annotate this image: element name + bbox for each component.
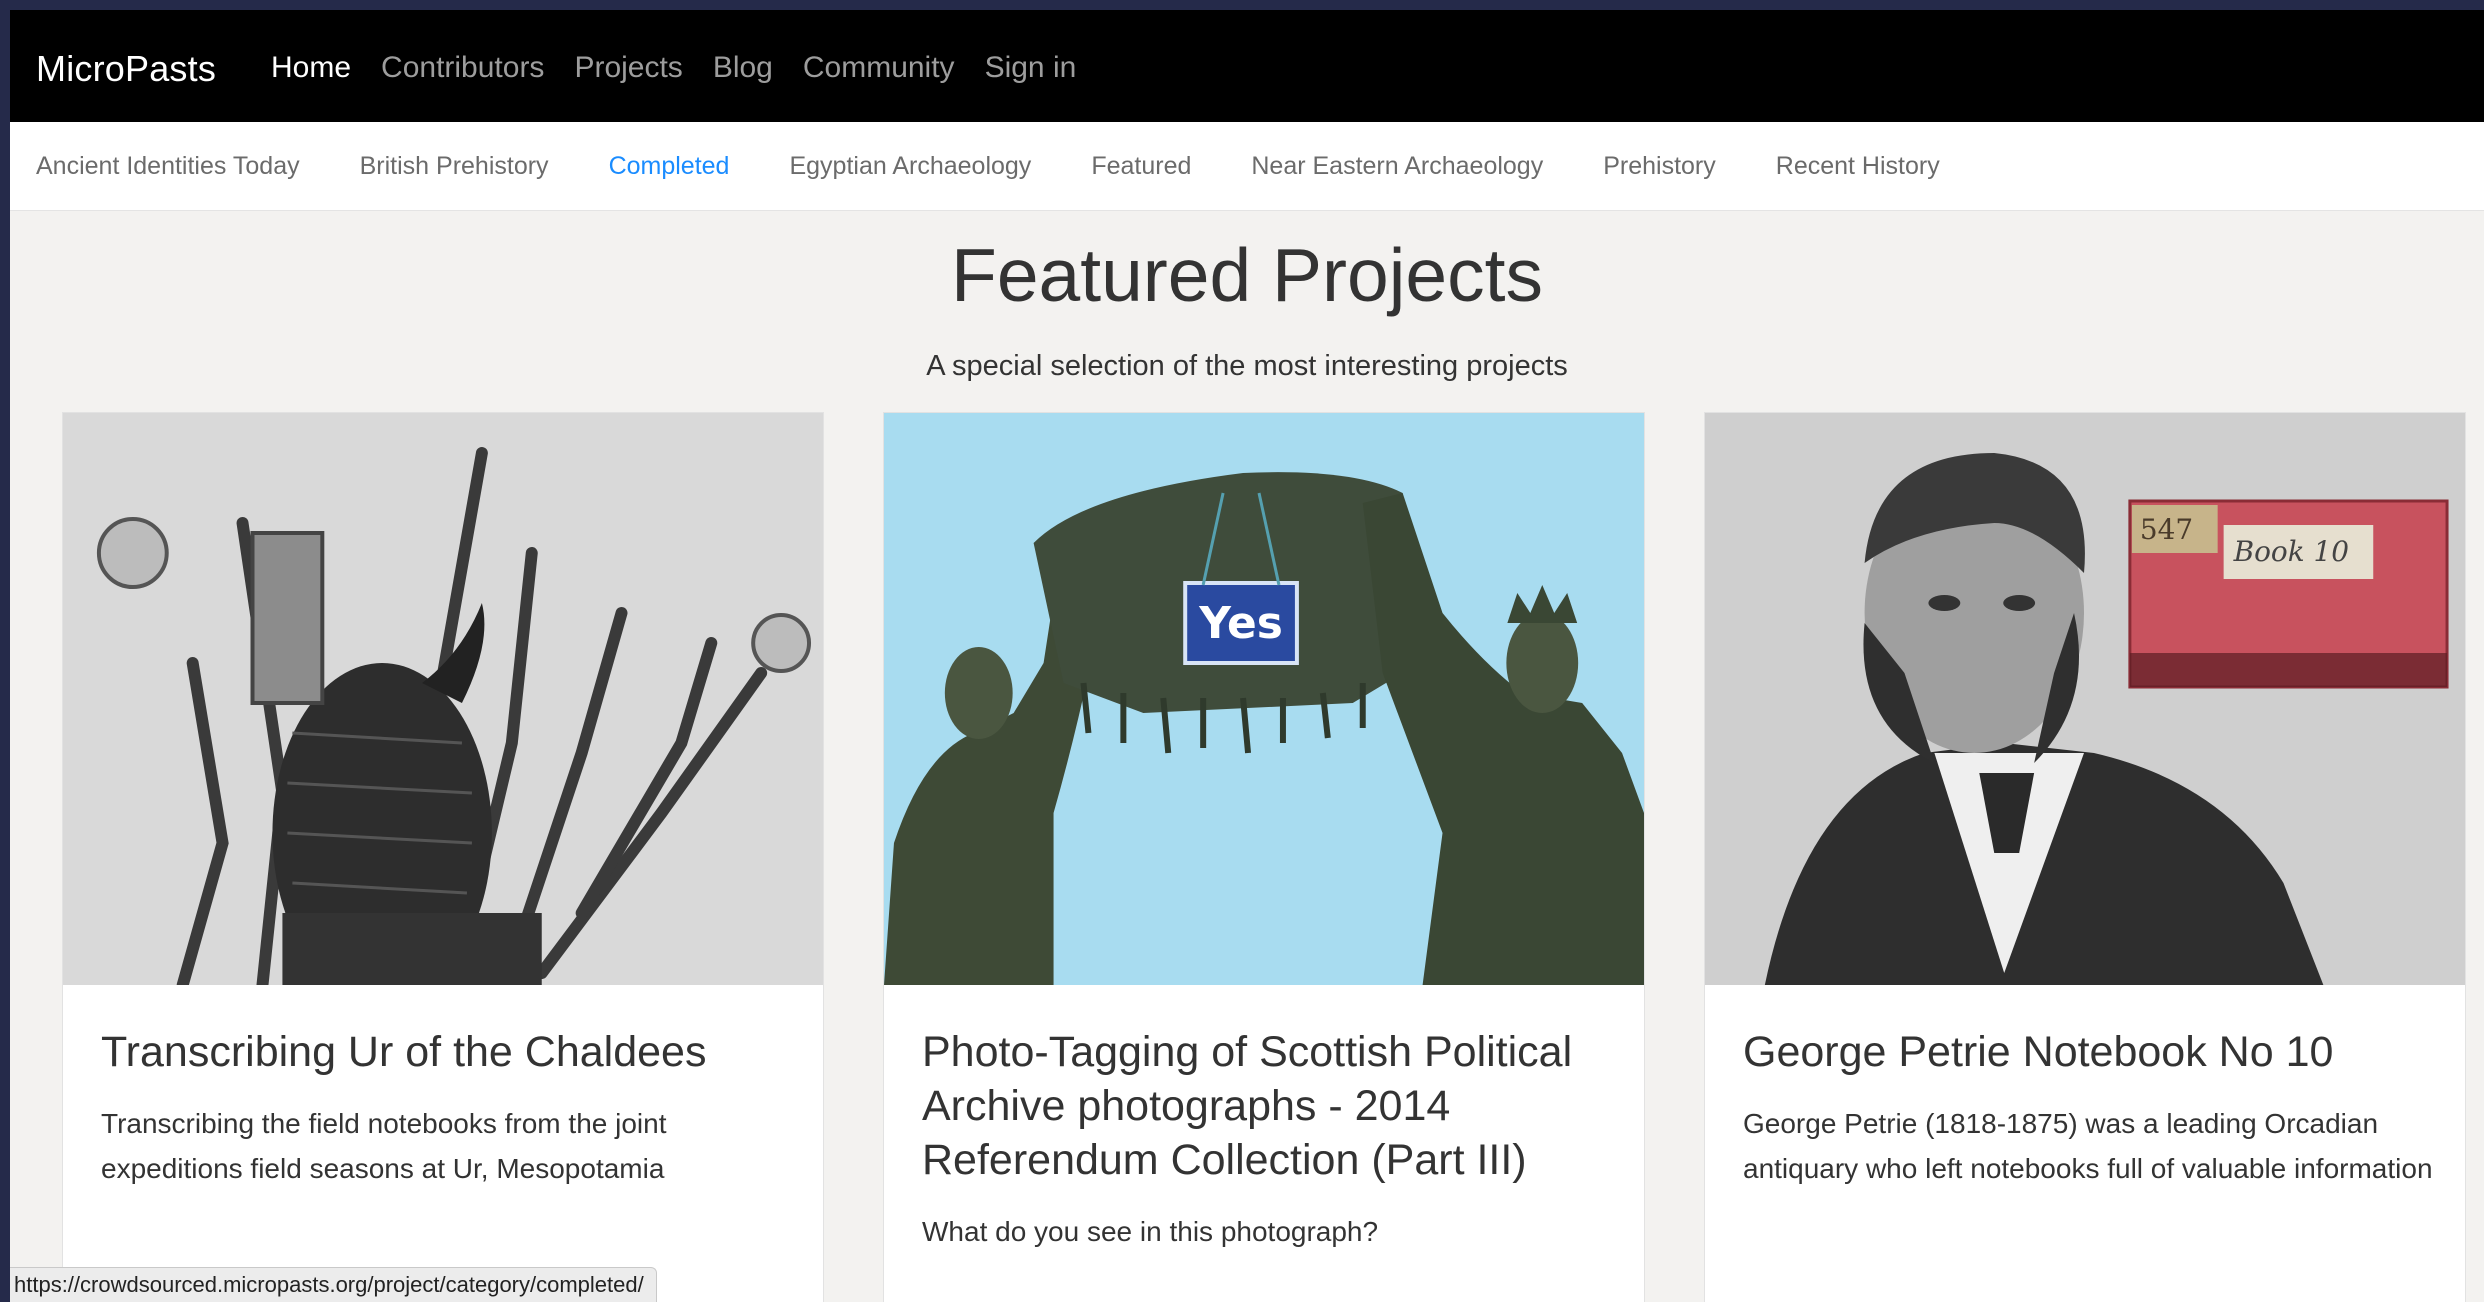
nav-community[interactable]: Community — [803, 51, 955, 85]
nav-projects[interactable]: Projects — [574, 51, 682, 85]
category-ancient-identities-today[interactable]: Ancient Identities Today — [36, 152, 300, 181]
category-recent-history[interactable]: Recent History — [1776, 152, 1940, 181]
project-description: What do you see in this photograph? — [922, 1216, 1379, 1247]
project-image-george-petrie-portrait[interactable]: 547 Book 10 — [1705, 413, 2465, 985]
project-card-ur[interactable]: Transcribing Ur of the Chaldees Transcri… — [62, 412, 824, 1302]
status-bar-url: https://crowdsourced.micropasts.org/proj… — [10, 1267, 657, 1302]
project-description: Transcribing the field notebooks from th… — [101, 1108, 667, 1184]
category-completed[interactable]: Completed — [609, 152, 730, 181]
brand-logo[interactable]: MicroPasts — [36, 48, 216, 90]
category-featured[interactable]: Featured — [1091, 152, 1191, 181]
notebook-label-text: Book 10 — [2233, 535, 2349, 568]
nav-sign-in[interactable]: Sign in — [985, 51, 1077, 85]
top-navbar: MicroPasts Home Contributors Projects Bl… — [10, 10, 2484, 122]
page-title: Featured Projects — [951, 233, 1543, 317]
browser-viewport: MicroPasts Home Contributors Projects Bl… — [10, 10, 2484, 1302]
category-egyptian-archaeology[interactable]: Egyptian Archaeology — [789, 152, 1031, 181]
project-title[interactable]: Transcribing Ur of the Chaldees — [101, 1025, 793, 1079]
project-image-statues-yes-banner[interactable]: Yes — [884, 413, 1644, 985]
project-image-ram-in-thicket[interactable] — [63, 413, 823, 985]
nav-contributors[interactable]: Contributors — [381, 51, 544, 85]
category-near-eastern-archaeology[interactable]: Near Eastern Archaeology — [1251, 152, 1543, 181]
page-subtitle: A special selection of the most interest… — [926, 350, 1568, 382]
category-british-prehistory[interactable]: British Prehistory — [360, 152, 549, 181]
notebook-label-number: 547 — [2140, 513, 2193, 546]
nav-blog[interactable]: Blog — [713, 51, 773, 85]
project-card-scottish-archive[interactable]: Yes Photo-Tagging of Scottish Political … — [883, 412, 1645, 1302]
project-title[interactable]: Photo-Tagging of Scottish Political Arch… — [922, 1025, 1614, 1187]
project-card-george-petrie[interactable]: 547 Book 10 George Petrie Notebook No 10… — [1704, 412, 2466, 1302]
project-title[interactable]: George Petrie Notebook No 10 — [1743, 1025, 2435, 1079]
category-nav: Ancient Identities Today British Prehist… — [10, 122, 2484, 211]
nav-home[interactable]: Home — [271, 51, 351, 85]
category-prehistory[interactable]: Prehistory — [1603, 152, 1716, 181]
project-description: George Petrie (1818-1875) was a leading … — [1743, 1108, 2433, 1184]
banner-sign-yes: Yes — [1198, 598, 1283, 649]
main-nav: Home Contributors Projects Blog Communit… — [271, 51, 1106, 85]
